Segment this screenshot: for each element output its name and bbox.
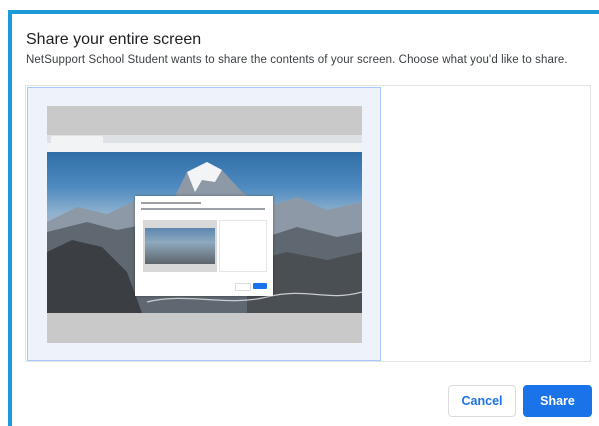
thumbnail-dialog-title <box>141 202 201 204</box>
entire-screen-source[interactable] <box>27 87 381 361</box>
thumbnail-dialog-pane <box>219 220 267 272</box>
thumbnail-browser-window <box>47 135 362 313</box>
thumbnail-toolbar <box>47 143 362 158</box>
dialog-description: NetSupport School Student wants to share… <box>26 54 568 66</box>
dialog-title: Share your entire screen <box>26 31 202 48</box>
thumbnail-dialog <box>135 196 273 296</box>
thumbnail-tabstrip <box>47 135 362 143</box>
screen-share-window: Share your entire screen NetSupport Scho… <box>0 0 599 426</box>
thumbnail-cancel-button <box>235 283 251 291</box>
screen-thumbnail <box>47 106 362 343</box>
source-picker <box>25 85 591 362</box>
thumbnail-dialog-preview-image <box>145 228 215 264</box>
thumbnail-dialog-preview <box>143 220 217 272</box>
share-button[interactable]: Share <box>523 385 592 417</box>
thumbnail-tab <box>51 136 103 143</box>
thumbnail-wallpaper <box>47 152 362 313</box>
dialog-footer: Cancel Share <box>12 372 599 426</box>
cancel-button[interactable]: Cancel <box>448 385 516 417</box>
thumbnail-share-button <box>253 283 267 289</box>
thumbnail-dialog-text <box>141 208 265 210</box>
share-screen-dialog: Share your entire screen NetSupport Scho… <box>12 14 599 426</box>
